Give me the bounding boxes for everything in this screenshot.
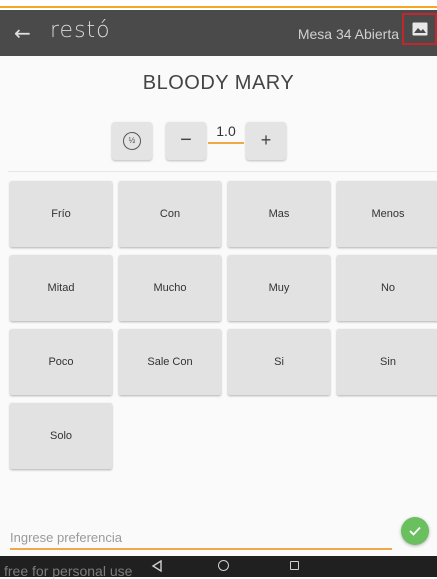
- modifier-button-frio[interactable]: Frío: [10, 181, 112, 247]
- modifier-button-mitad[interactable]: Mitad: [10, 255, 112, 321]
- check-icon: [409, 526, 421, 536]
- preference-input[interactable]: Ingrese preferencia: [10, 528, 392, 550]
- modifier-button-solo[interactable]: Solo: [10, 403, 112, 469]
- back-arrow-icon[interactable]: ←: [14, 20, 38, 46]
- image-button[interactable]: [402, 13, 437, 45]
- image-icon: [412, 22, 427, 36]
- nav-home-icon[interactable]: [218, 560, 229, 571]
- modifier-button-sin[interactable]: Sin: [337, 329, 437, 395]
- decrease-quantity-button[interactable]: −: [166, 122, 206, 160]
- half-portion-button[interactable]: ½: [112, 122, 152, 160]
- app-bar: ← restó Mesa 34 Abierta: [0, 10, 437, 56]
- status-bar: [0, 0, 437, 10]
- modifier-button-sale-con[interactable]: Sale Con: [119, 329, 221, 395]
- confirm-button[interactable]: [401, 517, 429, 545]
- modifier-button-mas[interactable]: Mas: [228, 181, 330, 247]
- nav-recent-apps-icon[interactable]: [290, 561, 299, 570]
- product-title: BLOODY MARY: [142, 72, 295, 94]
- status-accent-line: [0, 6, 437, 8]
- divider: [8, 171, 437, 172]
- quantity-field[interactable]: 1.0: [208, 120, 244, 144]
- half-icon: ½: [123, 132, 141, 150]
- modifier-button-mucho[interactable]: Mucho: [119, 255, 221, 321]
- modifier-button-poco[interactable]: Poco: [10, 329, 112, 395]
- modifier-button-muy[interactable]: Muy: [228, 255, 330, 321]
- modifier-button-con[interactable]: Con: [119, 181, 221, 247]
- modifier-button-si[interactable]: Si: [228, 329, 330, 395]
- nav-back-icon[interactable]: [150, 559, 164, 573]
- modifier-button-no[interactable]: No: [337, 255, 437, 321]
- modifier-button-menos[interactable]: Menos: [337, 181, 437, 247]
- modifier-grid: Frío Con Mas Menos Mitad Mucho Muy No Po…: [10, 181, 437, 469]
- table-status-label: Mesa 34 Abierta: [297, 26, 399, 42]
- app-logo: restó: [50, 18, 111, 43]
- increase-quantity-button[interactable]: +: [246, 122, 286, 160]
